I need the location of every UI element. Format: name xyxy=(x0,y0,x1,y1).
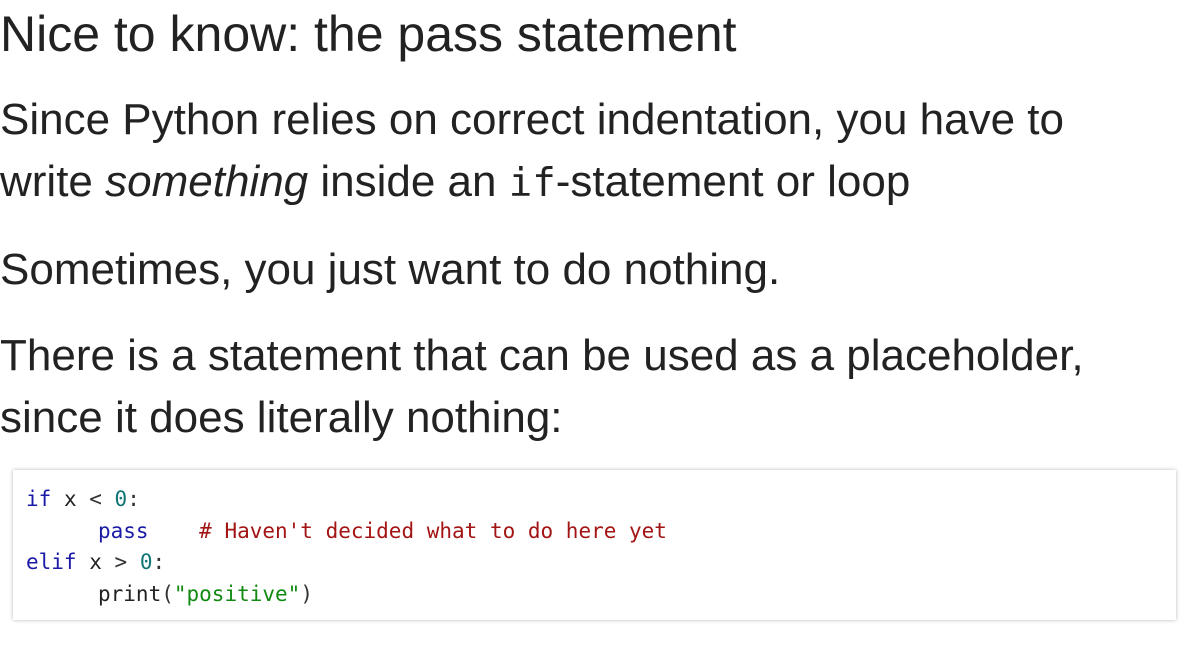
code-operator: > xyxy=(101,550,140,574)
code-line: if x < 0: xyxy=(26,484,1176,516)
paragraph-indentation: Since Python relies on correct indentati… xyxy=(0,89,1064,215)
code-function: print xyxy=(98,581,162,606)
code-colon: : xyxy=(152,550,166,574)
inline-code-if: if xyxy=(508,161,556,206)
code-keyword: if xyxy=(26,487,52,511)
paragraph-text: inside an xyxy=(308,157,509,206)
paragraph-text: since it does literally nothing: xyxy=(0,393,563,442)
code-variable: x xyxy=(89,550,102,574)
code-operator: < xyxy=(76,487,115,511)
code-paren: ) xyxy=(300,581,313,606)
code-keyword: pass xyxy=(98,518,149,543)
paragraph-placeholder: There is a statement that can be used as… xyxy=(0,325,1084,449)
code-paren: ( xyxy=(161,581,174,606)
paragraph-text: Since Python relies on correct indentati… xyxy=(0,95,1064,144)
paragraph-text: write xyxy=(0,157,106,206)
code-keyword: elif xyxy=(26,550,77,574)
code-comment: # Haven't decided what to do here yet xyxy=(199,518,667,543)
paragraph-do-nothing: Sometimes, you just want to do nothing. xyxy=(0,245,781,294)
code-line: pass # Haven't decided what to do here y… xyxy=(26,516,1176,548)
code-line: print("positive") xyxy=(26,579,1176,611)
emphasis-text: something xyxy=(105,157,309,206)
code-number: 0 xyxy=(139,550,153,574)
page-title: Nice to know: the pass statement xyxy=(0,6,737,62)
slide: Nice to know: the pass statement Since P… xyxy=(0,0,1200,649)
paragraph-text: -statement or loop xyxy=(555,157,911,206)
code-string: "positive" xyxy=(173,581,301,606)
code-line: elif x > 0: xyxy=(26,547,1176,579)
code-variable: x xyxy=(63,487,77,511)
code-colon: : xyxy=(127,487,140,511)
code-block: if x < 0: pass # Haven't decided what to… xyxy=(13,470,1176,620)
code-number: 0 xyxy=(114,487,128,511)
paragraph-text: There is a statement that can be used as… xyxy=(0,331,1084,380)
